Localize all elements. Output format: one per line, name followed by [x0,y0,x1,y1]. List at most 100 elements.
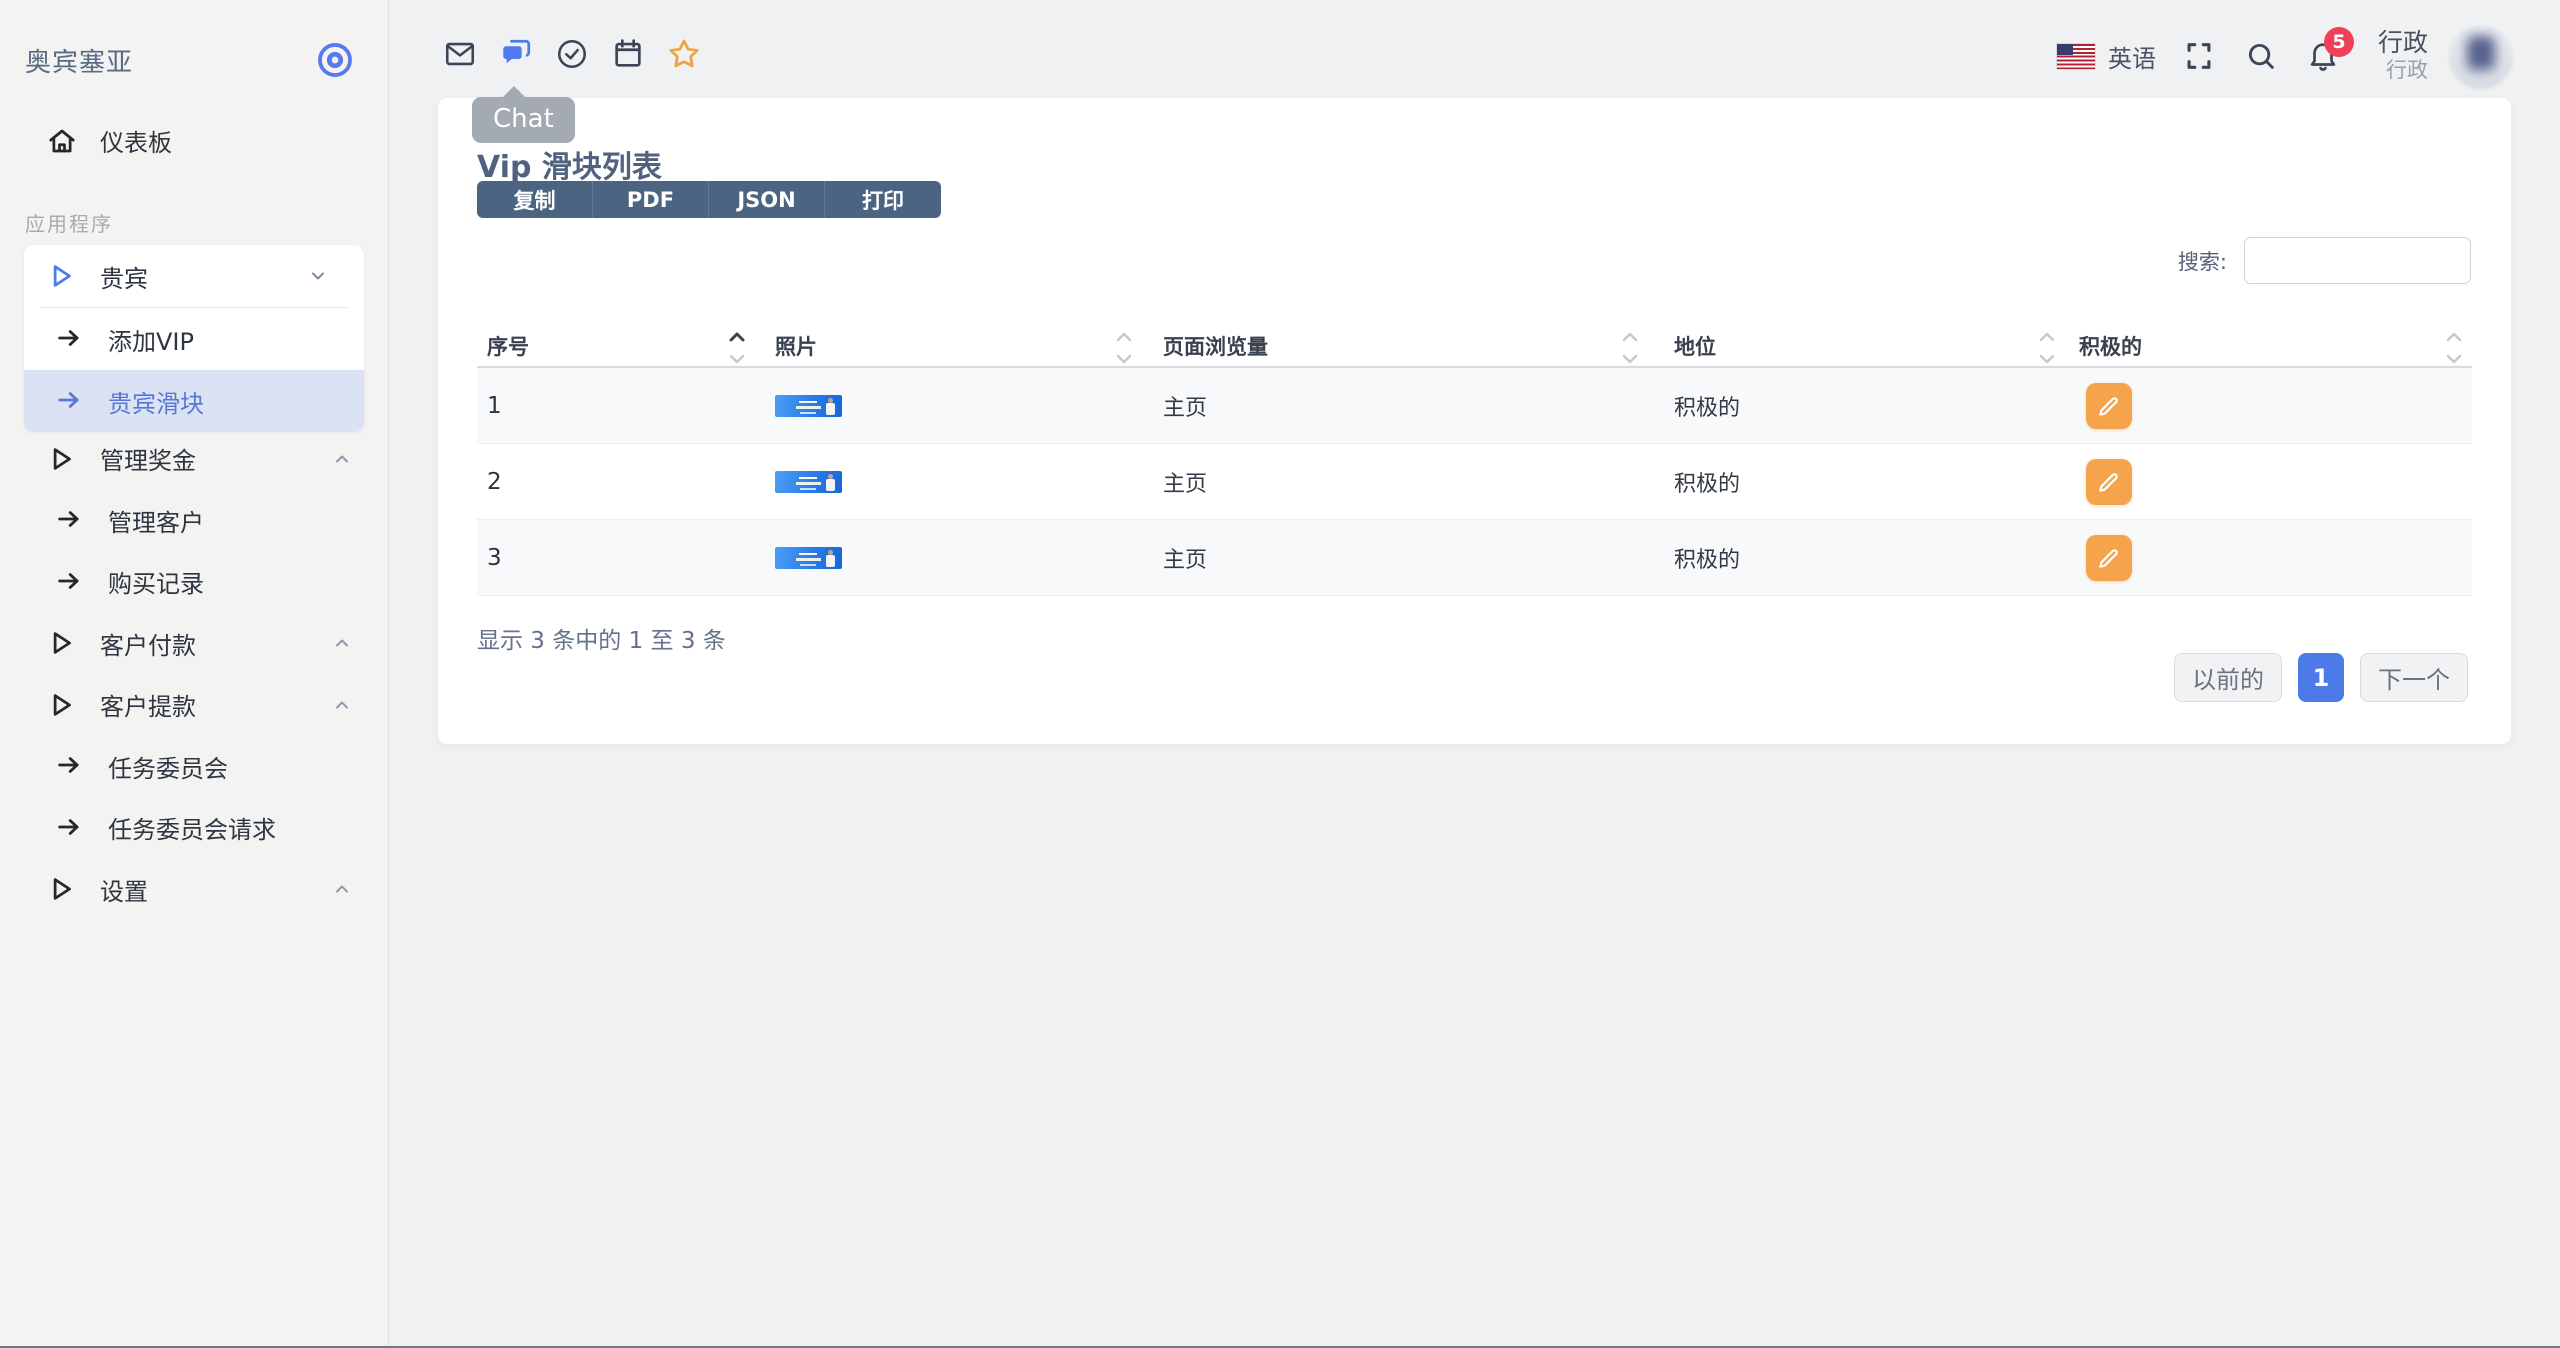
play-triangle-icon [47,261,77,291]
column-label: 照片 [775,335,817,359]
play-triangle-icon [47,690,77,720]
cell-actions [2065,382,2472,429]
target-icon[interactable] [316,41,354,79]
table-row: 2 主页 积极的 [477,444,2472,520]
arrow-right-icon [55,751,85,781]
fullscreen-icon[interactable] [2182,39,2216,73]
sort-asc-icon [1116,332,1132,342]
pencil-icon [2099,396,2118,416]
copy-button[interactable]: 复制 [477,181,593,218]
print-button[interactable]: 打印 [825,181,941,218]
sidebar-item-manage-customers[interactable]: 管理客户 [0,490,388,552]
sidebar-item-task-committee[interactable]: 任务委员会 [0,736,388,798]
arrow-right-icon [55,386,85,416]
sidebar-item-label: 设置 [100,877,148,906]
sidebar-item-label: 任务委员会请求 [108,816,276,845]
play-triangle-icon [47,628,77,658]
sort-asc-icon [2446,332,2462,342]
column-header-serial[interactable]: 序号 [477,327,755,366]
column-label: 序号 [487,335,529,359]
page-1-button[interactable]: 1 [2298,653,2344,702]
next-page-button[interactable]: 下一个 [2360,653,2468,702]
search-label: 搜索: [2177,249,2227,274]
notification-badge: 5 [2323,27,2354,57]
column-header-status[interactable]: 地位 [1648,327,2065,366]
sidebar-menu: 管理奖金 管理客户 购买记录 客户付款 客户提款 任务委员会 任务委员会请求 设… [0,428,388,920]
cell-pageview: 主页 [1163,471,1208,497]
sidebar-header: 奥宾塞亚 [25,36,354,84]
search-icon[interactable] [2244,39,2278,73]
home-icon [47,126,77,156]
table-header-row: 序号 照片 页面浏览量 地位 积极的 [477,327,2472,368]
sidebar-item-vip-slider[interactable]: 贵宾滑块 [24,370,364,432]
cell-status: 积极的 [1674,471,1741,497]
previous-page-button[interactable]: 以前的 [2174,653,2282,702]
sidebar-item-label: 任务委员会 [108,754,228,783]
sidebar-group-vip: 贵宾 添加VIP 贵宾滑块 [24,245,364,432]
table-row: 1 主页 积极的 [477,368,2472,444]
user-role: 行政 [2386,58,2428,83]
table-summary: 显示 3 条中的 1 至 3 条 [477,628,726,654]
language-selector[interactable]: 英语 [2108,39,2156,74]
cell-status: 积极的 [1674,395,1741,421]
column-header-photo[interactable]: 照片 [755,327,1142,366]
sidebar-item-add-vip[interactable]: 添加VIP [24,308,364,370]
sidebar-item-label: 客户付款 [100,631,196,660]
column-label: 页面浏览量 [1163,335,1268,359]
sidebar-item-settings[interactable]: 设置 [0,859,388,921]
cell-pageview: 主页 [1163,395,1208,421]
arrow-right-icon [55,505,85,535]
sidebar-item-manage-bonus[interactable]: 管理奖金 [0,428,388,490]
cell-photo [755,470,1142,493]
sidebar-item-label: 仪表板 [100,129,172,158]
sidebar-item-label: 贵宾滑块 [108,389,204,418]
sidebar-item-customer-withdrawals[interactable]: 客户提款 [0,674,388,736]
cell-serial: 1 [487,392,502,419]
cell-photo [755,546,1142,569]
sidebar-item-label: 贵宾 [100,264,148,293]
us-flag-icon[interactable] [2056,43,2095,69]
table-row: 3 主页 积极的 [477,520,2472,596]
sidebar-item-customer-payments[interactable]: 客户付款 [0,613,388,675]
brand-name: 奥宾塞亚 [25,47,134,78]
edit-button[interactable] [2086,534,2132,581]
sidebar-item-vip[interactable]: 贵宾 [24,245,364,307]
column-header-active[interactable]: 积极的 [2065,327,2472,366]
chevron-up-icon [332,879,352,899]
avatar[interactable] [2450,25,2512,87]
calendar-icon[interactable] [611,37,645,71]
cell-status: 积极的 [1674,547,1741,573]
sidebar-item-purchase-history[interactable]: 购买记录 [0,551,388,613]
sort-desc-icon [2446,354,2462,364]
topbar-quick-icons [443,37,701,71]
pencil-icon [2099,472,2118,492]
chevron-up-icon [332,695,352,715]
cell-serial: 2 [487,468,502,495]
column-header-pageviews[interactable]: 页面浏览量 [1142,327,1648,366]
chevron-up-icon [332,449,352,469]
pencil-icon [2099,548,2118,568]
chat-icon[interactable] [499,37,533,71]
arrow-right-icon [55,813,85,843]
search-input[interactable] [2244,237,2471,284]
sidebar: 奥宾塞亚 仪表板 应用程序 贵宾 添加VIP 贵宾滑块 管理奖金 管理客户 购买… [0,0,389,1348]
sidebar-item-dashboard[interactable]: 仪表板 [0,110,388,172]
vip-slider-photo [775,470,842,493]
export-button-group: 复制 PDF JSON 打印 [477,181,941,218]
mail-icon[interactable] [443,37,477,71]
sidebar-item-label: 客户提款 [100,693,196,722]
sidebar-item-label: 购买记录 [108,570,204,599]
notifications-bell-icon[interactable]: 5 [2306,27,2354,73]
sort-desc-icon [2039,354,2055,364]
user-name: 行政 [2377,28,2428,58]
sort-asc-icon [1622,332,1638,342]
pdf-button[interactable]: PDF [593,181,709,218]
sidebar-item-task-committee-requests[interactable]: 任务委员会请求 [0,797,388,859]
sort-desc-icon [1116,354,1132,364]
cell-actions [2065,458,2472,505]
edit-button[interactable] [2086,382,2132,429]
star-icon[interactable] [667,37,701,71]
edit-button[interactable] [2086,458,2132,505]
check-circle-icon[interactable] [555,37,589,71]
json-button[interactable]: JSON [709,181,825,218]
